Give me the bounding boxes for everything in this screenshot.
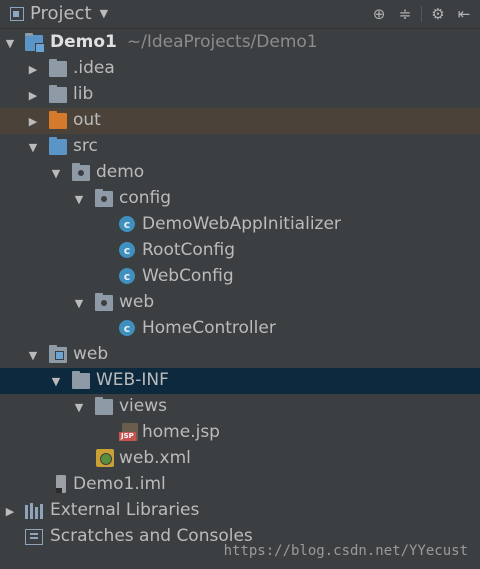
class-icon: c (119, 242, 135, 258)
tree-node-web-inf[interactable]: ▼ WEB-INF (0, 368, 480, 394)
tree-node-views[interactable]: ▼ views (0, 394, 480, 420)
collapsed-arrow-icon[interactable]: ▶ (3, 504, 17, 518)
tree-node-label: lib (73, 84, 94, 104)
class-icon: c (119, 268, 135, 284)
tree-node-homecontroller[interactable]: c HomeController (0, 316, 480, 342)
xml-config-icon (96, 449, 114, 467)
project-tool-window-header: Project ▼ ⊕ ≑ ⚙ ⇤ (0, 0, 480, 29)
toolbar-divider (421, 6, 422, 22)
tree-node-config[interactable]: ▼ config (0, 186, 480, 212)
tree-node-label: Demo1.iml (73, 474, 166, 494)
crosshair-icon[interactable]: ⊕ (369, 4, 389, 24)
module-folder-icon (25, 33, 45, 53)
web-folder-icon (49, 345, 67, 363)
expand-arrow-icon[interactable]: ▼ (3, 36, 17, 50)
tree-node-demowebappinitializer[interactable]: c DemoWebAppInitializer (0, 212, 480, 238)
package-icon (72, 163, 90, 181)
tree-node-label: .idea (73, 58, 115, 78)
project-path: ~/IdeaProjects/Demo1 (126, 32, 318, 52)
expand-arrow-icon[interactable]: ▼ (72, 400, 86, 414)
tree-node-web-xml[interactable]: web.xml (0, 446, 480, 472)
class-icon: c (119, 216, 135, 232)
class-icon: c (119, 320, 135, 336)
tree-node-label: External Libraries (50, 500, 200, 520)
tree-node-label: home.jsp (142, 422, 220, 442)
watermark: https://blog.csdn.net/YYecust (223, 543, 468, 559)
tree-node-demo1[interactable]: ▼ Demo1 ~/IdeaProjects/Demo1 (0, 30, 480, 56)
folder-icon (49, 85, 67, 103)
folder-icon (95, 397, 113, 415)
gear-icon[interactable]: ⚙ (428, 4, 448, 24)
collapsed-arrow-icon[interactable]: ▶ (26, 114, 40, 128)
tree-node-webconfig[interactable]: c WebConfig (0, 264, 480, 290)
tree-node-home-jsp[interactable]: JSP home.jsp (0, 420, 480, 446)
chevron-down-icon[interactable]: ▼ (100, 7, 108, 20)
jsp-file-icon: JSP (119, 423, 138, 441)
project-view-title: Project (30, 3, 92, 24)
tree-node-label: web.xml (119, 448, 191, 468)
scratches-icon (25, 529, 43, 545)
tree-node-idea[interactable]: ▶ .idea (0, 56, 480, 82)
folder-icon (49, 59, 67, 77)
folder-icon (72, 371, 90, 389)
excluded-folder-icon (49, 111, 67, 129)
tree-node-web-package[interactable]: ▼ web (0, 290, 480, 316)
tree-node-web-folder[interactable]: ▼ web (0, 342, 480, 368)
tree-node-label: src (73, 136, 98, 156)
tree-node-label: web (73, 344, 109, 364)
source-folder-icon (49, 137, 67, 155)
tree-node-label: HomeController (142, 318, 276, 338)
tree-node-demo1-iml[interactable]: Demo1.iml (0, 472, 480, 498)
hide-icon[interactable]: ⇤ (454, 4, 474, 24)
tree-node-label: DemoWebAppInitializer (142, 214, 341, 234)
tree-node-label: RootConfig (142, 240, 236, 260)
expand-arrow-icon[interactable]: ▼ (72, 192, 86, 206)
expand-arrow-icon[interactable]: ▼ (72, 296, 86, 310)
tree-node-label: Demo1 ~/IdeaProjects/Demo1 (50, 32, 318, 52)
tree-node-label: out (73, 110, 101, 130)
library-icon (25, 503, 43, 519)
tree-node-lib[interactable]: ▶ lib (0, 82, 480, 108)
tree-node-label: WebConfig (142, 266, 234, 286)
collapsed-arrow-icon[interactable]: ▶ (26, 88, 40, 102)
expand-arrow-icon[interactable]: ▼ (26, 140, 40, 154)
module-file-icon (56, 475, 66, 493)
project-view-selector[interactable]: Project ▼ (10, 3, 108, 24)
collapse-icon[interactable]: ≑ (395, 4, 415, 24)
tree-node-label: demo (96, 162, 145, 182)
tree-node-label: web (119, 292, 155, 312)
tree-node-label: views (119, 396, 168, 416)
tree-node-rootconfig[interactable]: c RootConfig (0, 238, 480, 264)
tree-node-demo[interactable]: ▼ demo (0, 160, 480, 186)
tree-node-label: config (119, 188, 172, 208)
expand-arrow-icon[interactable]: ▼ (49, 374, 63, 388)
tree-node-external-libraries[interactable]: ▶ External Libraries (0, 498, 480, 524)
expand-arrow-icon[interactable]: ▼ (49, 166, 63, 180)
tree-node-label: Scratches and Consoles (50, 526, 253, 546)
tree-node-src[interactable]: ▼ src (0, 134, 480, 160)
package-icon (95, 293, 113, 311)
expand-arrow-icon[interactable]: ▼ (26, 348, 40, 362)
tree-node-label: WEB-INF (96, 370, 169, 390)
package-icon (95, 189, 113, 207)
project-icon (10, 6, 24, 21)
tree-node-out[interactable]: ▶ out (0, 108, 480, 134)
collapsed-arrow-icon[interactable]: ▶ (26, 62, 40, 76)
